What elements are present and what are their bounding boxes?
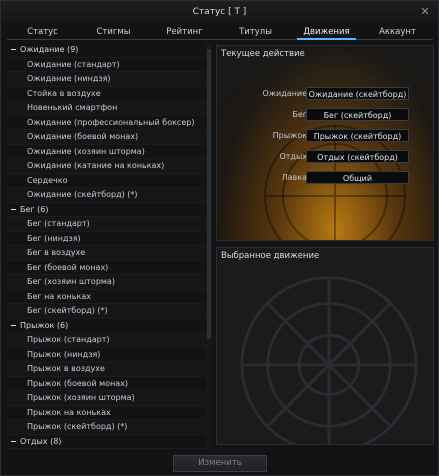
list-item[interactable]: Ожидание (боевой монах): [7, 130, 206, 145]
current-action-row: Бег Бег (скейтборд): [217, 108, 433, 122]
action-value[interactable]: Отдых (скейтборд): [306, 150, 409, 163]
selected-ornament-background: [240, 276, 418, 444]
list-item[interactable]: Бег (хозяин шторма): [7, 275, 206, 290]
list-item[interactable]: Бег на коньках: [7, 290, 206, 304]
ornament-background: [264, 125, 406, 240]
list-group-header[interactable]: − Ожидание (9): [7, 43, 206, 58]
tab-5[interactable]: Аккаунт: [362, 25, 433, 39]
collapse-icon[interactable]: −: [10, 435, 20, 449]
list-item[interactable]: Новенький смартфон: [7, 101, 206, 116]
selected-motion-title: Выбранное движение: [221, 251, 320, 261]
list-item[interactable]: Ожидание (профессиональный боксер): [7, 116, 206, 130]
list-item[interactable]: Бег (стандарт): [7, 217, 206, 232]
list-group-header[interactable]: − Отдых (8): [7, 435, 206, 449]
current-action-row: Прыжок Прыжок (скейтборд): [217, 129, 433, 143]
current-action-row: Лавка Общий: [217, 171, 433, 185]
list-item[interactable]: Ожидание (катание на коньках): [7, 159, 206, 174]
current-action-row: Отдых Отдых (скейтборд): [217, 150, 433, 164]
title-bar: Статус [ T ] ✕: [1, 1, 438, 23]
list-item[interactable]: Ожидание (стандарт): [7, 58, 206, 72]
action-label: Прыжок: [272, 131, 307, 140]
group-label: Ожидание (9): [20, 45, 79, 54]
action-label: Бег: [292, 110, 307, 119]
list-item[interactable]: Прыжок в воздухе: [7, 362, 206, 377]
current-action-title: Текущее действие: [221, 49, 305, 59]
list-item[interactable]: Прыжок на коньках: [7, 406, 206, 420]
list-item[interactable]: Ожидание (скейтборд) (*): [7, 188, 206, 203]
tab-0[interactable]: Статус: [7, 25, 78, 39]
group-label: Отдых (8): [20, 436, 62, 446]
list-item[interactable]: Стойка в воздухе: [7, 87, 206, 101]
list-scrollbar[interactable]: [206, 43, 212, 449]
list-item[interactable]: Прыжок (скейтборд) (*): [7, 420, 206, 435]
action-label: Ожидание: [262, 89, 308, 98]
selected-motion-panel: Выбранное движение: [216, 247, 434, 445]
list-item[interactable]: Бег (боевой монах): [7, 261, 206, 275]
list-item[interactable]: Ожидание (хозяин шторма): [7, 145, 206, 159]
tab-3[interactable]: Титулы: [220, 25, 291, 39]
collapse-icon[interactable]: −: [10, 203, 20, 217]
status-window: Статус [ T ] ✕ Статус Стигмы Рейтинг Титулы…: [0, 0, 439, 476]
list-item[interactable]: Прыжок (боевой монах): [7, 377, 206, 391]
list-item[interactable]: Прыжок (ниндзя): [7, 348, 206, 362]
action-value[interactable]: Ожидание (скейтборд): [306, 87, 409, 100]
list-item[interactable]: Бег (скейтборд) (*): [7, 304, 206, 319]
list-item[interactable]: Бег (ниндзя): [7, 232, 206, 246]
group-label: Прыжок (6): [20, 320, 69, 330]
tab-2[interactable]: Рейтинг: [149, 25, 220, 39]
tab-4[interactable]: Движения: [291, 25, 362, 40]
current-action-row: Ожидание Ожидание (скейтборд): [217, 87, 433, 101]
list-group-header[interactable]: − Прыжок (6): [7, 319, 206, 333]
action-value[interactable]: Общий: [306, 171, 409, 184]
list-item[interactable]: Ожидание (ниндзя): [7, 72, 206, 87]
list-item[interactable]: Прыжок (хозяин шторма): [7, 391, 206, 406]
action-value[interactable]: Прыжок (скейтборд): [306, 129, 409, 142]
change-button[interactable]: Изменить: [173, 455, 267, 472]
motion-list: − Ожидание (9) Ожидание (стандарт) Ожидание…: [7, 43, 206, 449]
action-label: Отдых: [279, 152, 307, 161]
collapse-icon[interactable]: −: [10, 319, 20, 333]
group-label: Бег (6): [20, 204, 49, 214]
list-item[interactable]: Бег в воздухе: [7, 246, 206, 261]
scrollbar-thumb[interactable]: [207, 49, 211, 339]
action-label: Лавка: [281, 173, 307, 182]
tab-1[interactable]: Стигмы: [78, 25, 149, 39]
collapse-icon[interactable]: −: [10, 43, 20, 57]
list-item[interactable]: Сердечко: [7, 174, 206, 188]
current-action-panel: Текущее действие Ожидание Ожидание (скейт…: [216, 45, 434, 241]
action-value[interactable]: Бег (скейтборд): [306, 108, 409, 121]
list-group-header[interactable]: − Бег (6): [7, 203, 206, 217]
tab-bar: Статус Стигмы Рейтинг Титулы Движения Аккаунт: [7, 25, 433, 40]
list-item[interactable]: Прыжок (стандарт): [7, 333, 206, 348]
close-icon[interactable]: ✕: [418, 5, 432, 19]
window-title: Статус [ T ]: [192, 7, 247, 17]
